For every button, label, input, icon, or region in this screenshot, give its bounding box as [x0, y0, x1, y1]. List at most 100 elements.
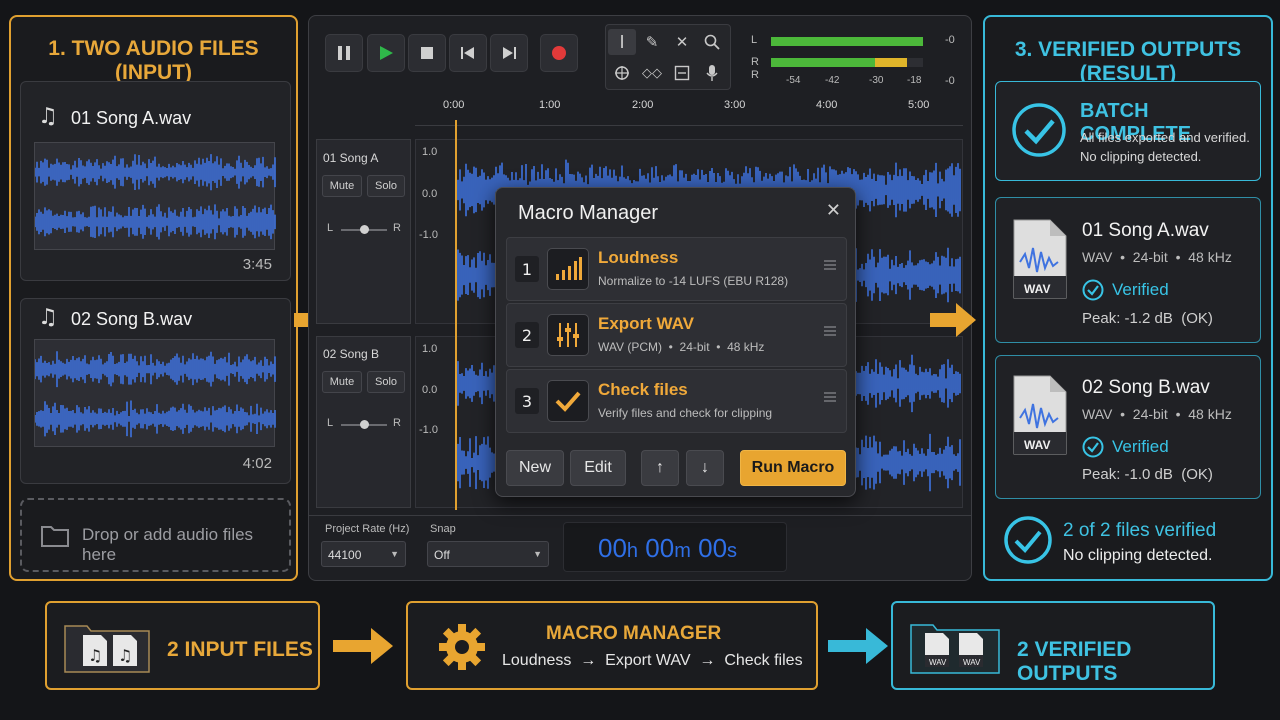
- input-file-card[interactable]: ♫ 02 Song B.wav 4:02: [20, 298, 291, 484]
- snap-select[interactable]: Off ▼: [427, 541, 549, 567]
- sliders-icon: [547, 314, 589, 356]
- edit-macro-button[interactable]: Edit: [570, 450, 626, 486]
- track-name: 02 Song B: [323, 347, 380, 361]
- dialog-title: Macro Manager: [518, 202, 659, 224]
- batch-line: No clipping detected.: [1080, 149, 1202, 164]
- drag-handle-icon[interactable]: [824, 326, 836, 336]
- drag-handle-icon[interactable]: [824, 260, 836, 270]
- file-type-badge: WAV: [1024, 282, 1051, 296]
- output-file-format: WAV • 24-bit • 48 kHz: [1082, 406, 1232, 422]
- time-readout: 00h 00m 00s: [598, 533, 738, 563]
- output-file-format: WAV • 24-bit • 48 kHz: [1082, 249, 1232, 265]
- macro-step[interactable]: 3 Check files Verify files and check for…: [506, 369, 847, 433]
- drag-handle-icon[interactable]: [824, 392, 836, 402]
- amplitude-label: -1.0: [419, 424, 438, 436]
- batch-line: All files exported and verified.: [1080, 130, 1250, 145]
- macro-step[interactable]: 2 Export WAV WAV (PCM) • 24-bit • 48 kHz: [506, 303, 847, 367]
- solo-button[interactable]: Solo: [367, 175, 405, 197]
- pan-left-label: L: [327, 222, 334, 234]
- output-panel-title: 3. VERIFIED OUTPUTS (RESULT): [1014, 38, 1242, 85]
- gear-icon: [439, 624, 485, 670]
- flow-input-box: ♫ ♫ 2 INPUT FILES: [45, 601, 320, 690]
- meter-scale-label: -18: [907, 75, 922, 86]
- ruler-label: 1:00: [539, 99, 561, 111]
- amplitude-label: -1.0: [419, 229, 438, 241]
- fit-button[interactable]: [668, 60, 696, 86]
- meter-scale-r-label: R: [751, 69, 759, 81]
- output-file-card[interactable]: WAV 01 Song A.wav WAV • 24-bit • 48 kHz …: [995, 197, 1261, 343]
- skip-end-button[interactable]: [490, 34, 528, 72]
- play-icon: [380, 46, 393, 60]
- move-down-button[interactable]: ↓: [686, 450, 724, 486]
- microphone-icon: [706, 65, 718, 81]
- input-file-card[interactable]: ♫ 01 Song A.wav 3:45: [20, 81, 291, 281]
- select-tool-button[interactable]: I: [608, 29, 636, 55]
- amplitude-label: 1.0: [422, 146, 438, 158]
- snap-label: Snap: [430, 523, 456, 535]
- amplitude-label: 0.0: [422, 188, 438, 200]
- time-shift-button[interactable]: ◇◇: [638, 60, 666, 86]
- meter-tick-label: -0: [945, 34, 955, 46]
- time-display[interactable]: 00h 00m 00s: [563, 522, 787, 572]
- flow-output-label: 2 VERIFIED OUTPUTS: [1017, 638, 1132, 685]
- check-circle-icon: [1082, 279, 1104, 301]
- run-macro-button[interactable]: Run Macro: [740, 450, 846, 486]
- file-type-badge: WAV: [963, 658, 981, 667]
- svg-text:♫: ♫: [118, 646, 132, 665]
- mute-button[interactable]: Mute: [322, 175, 362, 197]
- chevron-down-icon: ▼: [390, 549, 399, 559]
- play-button[interactable]: [367, 34, 405, 72]
- bars-icon: [547, 248, 589, 290]
- pan-slider[interactable]: [341, 420, 387, 429]
- mute-button[interactable]: Mute: [322, 371, 362, 393]
- pan-right-label: R: [393, 222, 401, 234]
- step-title: Check files: [598, 380, 688, 399]
- summary-subtitle: No clipping detected.: [1063, 547, 1213, 564]
- project-rate-value: 44100: [328, 548, 362, 562]
- file-duration: 4:02: [242, 455, 272, 472]
- ruler-label: 2:00: [632, 99, 654, 111]
- zoom-tool-button[interactable]: [698, 29, 726, 55]
- file-duration: 3:45: [242, 256, 272, 273]
- record-button[interactable]: [540, 34, 578, 72]
- output-file-card[interactable]: WAV 02 Song B.wav WAV • 24-bit • 48 kHz …: [995, 355, 1261, 499]
- drop-zone-text: Drop or add audio files here: [82, 525, 254, 564]
- waveform-preview: [34, 339, 276, 447]
- pause-button[interactable]: [325, 34, 363, 72]
- zoom-icon: [704, 34, 720, 50]
- skip-start-button[interactable]: [449, 34, 487, 72]
- playhead[interactable]: [455, 120, 457, 510]
- amplitude-label: 1.0: [422, 343, 438, 355]
- pan-slider[interactable]: [341, 225, 387, 234]
- macro-step[interactable]: 1 Loudness Normalize to -14 LUFS (EBU R1…: [506, 237, 847, 301]
- chevron-down-icon: ▼: [533, 549, 542, 559]
- pan-left-label: L: [327, 417, 334, 429]
- meter-scale-label: -42: [825, 75, 840, 86]
- draw-tool-button[interactable]: ✎: [638, 29, 666, 55]
- solo-button[interactable]: Solo: [367, 371, 405, 393]
- pause-icon: [338, 46, 350, 60]
- meter-scale-label: -54: [786, 75, 801, 86]
- ruler-label: 3:00: [724, 99, 746, 111]
- file-type-badge: WAV: [929, 658, 947, 667]
- close-icon[interactable]: ✕: [826, 200, 841, 221]
- project-rate-select[interactable]: 44100 ▼: [321, 541, 406, 567]
- envelope-tool-button[interactable]: [608, 60, 636, 86]
- stop-button[interactable]: [408, 34, 446, 72]
- check-circle-icon: [1082, 436, 1104, 458]
- verified-label: Verified: [1112, 280, 1169, 299]
- new-macro-button[interactable]: New: [506, 450, 564, 486]
- microphone-button[interactable]: [698, 60, 726, 86]
- music-note-icon: ♫: [38, 305, 58, 330]
- waveform-path: [34, 154, 276, 191]
- crosshair-icon: [615, 66, 629, 80]
- drop-zone[interactable]: Drop or add audio files here: [20, 498, 291, 572]
- ruler-label: 0:00: [443, 99, 465, 111]
- move-up-button[interactable]: ↑: [641, 450, 679, 486]
- multi-tool-button[interactable]: ✕: [668, 29, 696, 55]
- time-shift-icon: ◇◇: [642, 65, 662, 81]
- flow-input-label: 2 INPUT FILES: [167, 638, 313, 661]
- input-panel: 1. TWO AUDIO FILES (INPUT) ♫ 01 Song A.w…: [9, 15, 298, 581]
- step-description: Verify files and check for clipping: [598, 406, 773, 420]
- timeline-ruler[interactable]: 0:00 1:00 2:00 3:00 4:00 5:00: [415, 96, 963, 126]
